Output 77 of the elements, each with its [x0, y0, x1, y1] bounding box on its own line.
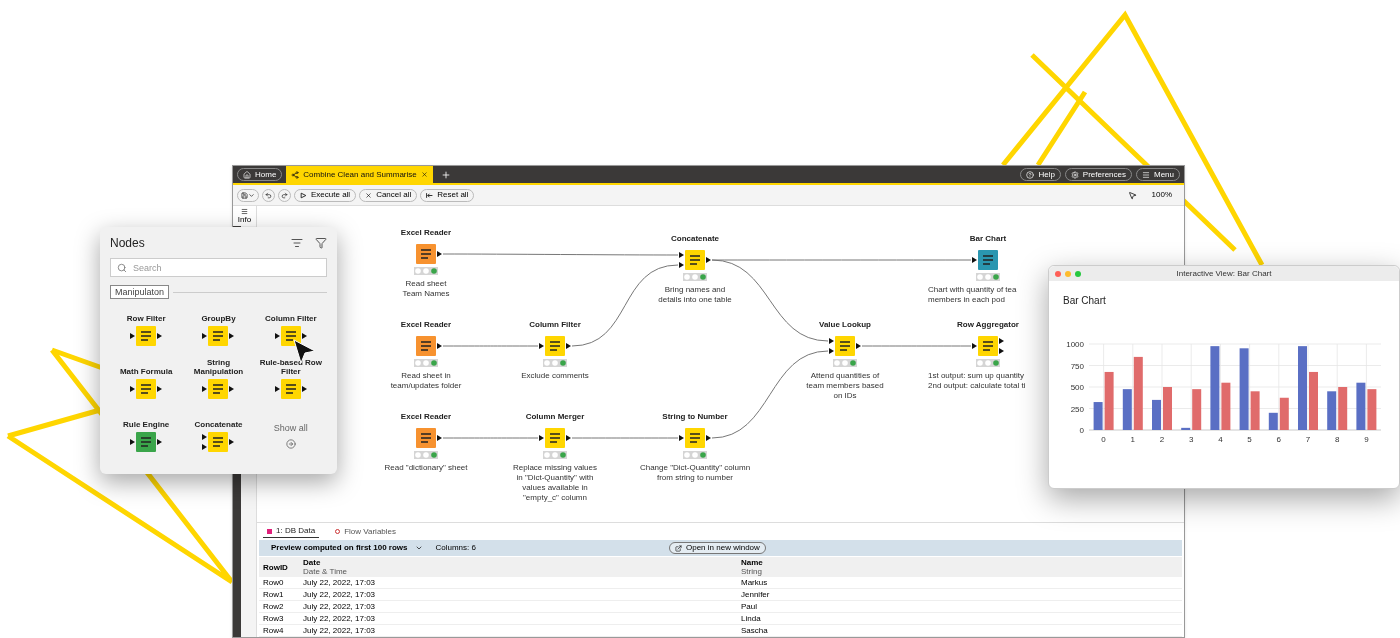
node-title: Rule-based Row Filter: [258, 358, 323, 376]
node-description: Bring names and details into one table: [658, 285, 732, 305]
node-title: Excel Reader: [400, 319, 452, 331]
x-tick-label: 1: [1130, 435, 1136, 444]
show-all-link[interactable]: Show all: [254, 411, 327, 460]
node-title: Value Lookup: [819, 319, 871, 331]
search-field[interactable]: Search: [110, 258, 327, 277]
column-header: RowID: [263, 562, 289, 572]
x-tick-label: 7: [1305, 435, 1311, 444]
panel-tab[interactable]: 1: DB Data: [263, 525, 320, 538]
y-tick-label: 750: [1070, 361, 1084, 371]
x-tick-label: 8: [1334, 435, 1340, 444]
table-cell-text: Row0: [262, 577, 285, 588]
x-tick-label: 3: [1188, 435, 1194, 444]
node-description: Exclude comments: [521, 371, 589, 381]
table-cell-text: July 22, 2022, 17:03: [302, 613, 377, 624]
table-cell-text: Markus: [740, 577, 769, 588]
node-title: Bar Chart: [969, 233, 1007, 245]
table-cell-text: Row4: [262, 625, 285, 636]
node-title: Rule Engine: [123, 419, 170, 429]
category-label: Manipulaton: [110, 285, 170, 299]
node-title: Column Filter: [265, 313, 317, 323]
node-title: GroupBy: [201, 313, 236, 323]
node-title: Column Merger: [525, 411, 585, 423]
node-title: Excel Reader: [400, 411, 452, 423]
window-title: Interactive View: Bar Chart: [1175, 267, 1273, 280]
table-cell-text: Row2: [262, 601, 285, 612]
node-title: Column Filter: [529, 319, 581, 331]
panel-title: Nodes: [110, 235, 145, 252]
table-cell-text: Row3: [262, 613, 285, 624]
zoom-level: 100%: [1151, 189, 1172, 201]
x-tick-label: 9: [1364, 435, 1369, 444]
x-tick-label: 4: [1218, 435, 1223, 444]
node-description: Chart with quantity of tea members in each pod: [928, 285, 1017, 305]
column-header: Date: [303, 558, 322, 567]
open-window-button[interactable]: Open in new window: [669, 542, 766, 554]
table-cell-text: July 22, 2022, 17:03: [302, 589, 377, 600]
node-description: Read sheet in team/updates folder: [390, 371, 462, 391]
column-type: String: [741, 567, 763, 576]
table-cell-text: July 22, 2022, 17:03: [302, 601, 377, 612]
node-title: String Manipulation: [192, 358, 245, 376]
node-title: Row Filter: [126, 313, 166, 323]
window-tab[interactable]: Combine Clean and Summarise: [286, 166, 433, 183]
node-description: Replace missing values in "Dict-Quantity" with values available in "empty_c" column: [512, 463, 597, 503]
columns-count: Columns: 6: [435, 542, 476, 554]
y-tick-label: 0: [1079, 426, 1084, 435]
y-tick-label: 1000: [1066, 340, 1084, 349]
chart-heading: Bar Chart: [1063, 294, 1107, 308]
node-title: Excel Reader: [400, 227, 452, 239]
preview-label: Preview computed on first 100 rows: [271, 542, 408, 554]
node-description: Attend quantities of team members based on IDs: [806, 371, 884, 401]
table-cell-text: July 22, 2022, 17:03: [302, 577, 377, 588]
panel-tab[interactable]: Flow Variables: [331, 525, 400, 538]
y-tick-label: 250: [1070, 404, 1084, 414]
y-tick-label: 500: [1070, 383, 1084, 392]
table-cell-text: July 22, 2022, 17:03: [302, 625, 377, 636]
x-tick-label: 5: [1247, 435, 1252, 444]
node-title: Row Aggregator: [957, 319, 1019, 331]
node-description: Change "Dict-Quantity" column from string to number: [639, 463, 751, 483]
x-tick-label: 0: [1101, 435, 1106, 444]
table-cell-text: Paul: [740, 601, 758, 612]
node-title: String to Number: [662, 411, 728, 423]
table-cell-text: Jennifer: [740, 589, 771, 600]
x-tick-label: 6: [1276, 435, 1282, 444]
node-title: Concatenate: [194, 419, 243, 429]
sidebar-label: Info: [237, 215, 252, 224]
table-cell-text: Row1: [262, 589, 285, 600]
column-header: Name: [741, 558, 764, 567]
node-description: Read "dictionary" sheet: [384, 463, 468, 473]
x-tick-label: 2: [1159, 435, 1165, 444]
node-description: Read sheet Team Names: [402, 279, 450, 299]
node-title: Concatenate: [671, 233, 719, 245]
table-cell-text: Linda: [740, 613, 762, 624]
node-description: 1st output: sum up quantity 2nd output: calculate total ti: [928, 371, 1026, 391]
table-cell-text: Sascha: [740, 625, 769, 636]
node-title: Math Formula: [119, 366, 173, 376]
column-type: Date & Time: [303, 567, 348, 576]
